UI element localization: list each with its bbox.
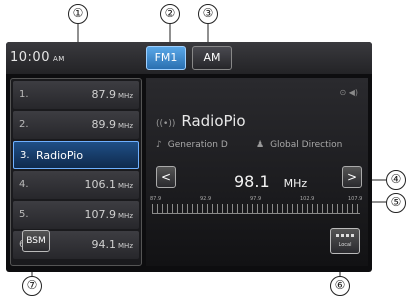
callout-7: ⑦ — [22, 276, 42, 296]
bsm-button[interactable]: BSM — [22, 230, 50, 252]
broadcast-icon: ((•)) — [156, 119, 176, 129]
clock: 10:00 AM — [10, 50, 65, 65]
frequency-unit: MHz — [283, 177, 308, 190]
preset-frequency: 106.1 — [84, 178, 117, 191]
frequency-value: 98.1 — [234, 172, 270, 191]
top-bar: 10:00 AM FM1 AM — [6, 42, 372, 74]
band-am-button[interactable]: AM — [192, 46, 232, 70]
local-label: Local — [338, 242, 352, 248]
clock-time: 10:00 — [10, 50, 50, 65]
preset-item-5[interactable]: 5. 107.9 MHz — [13, 201, 139, 229]
local-level-icon — [336, 234, 354, 237]
genre-text: ♪ Generation D — [156, 140, 228, 150]
preset-number: 1. — [19, 89, 29, 100]
preset-station-name: RadioPio — [36, 149, 84, 162]
person-icon: ♟ — [256, 140, 265, 150]
preset-unit: MHz — [118, 182, 133, 190]
callout-2: ② — [160, 4, 180, 24]
preset-item-3[interactable]: 3. RadioPio — [13, 141, 139, 169]
clock-ampm: AM — [52, 55, 65, 63]
tune-up-button[interactable]: > — [342, 166, 362, 188]
scale-label: 92.9 — [200, 196, 212, 202]
preset-unit: MHz — [118, 122, 133, 130]
artist-text: ♟ Global Direction — [256, 140, 343, 150]
preset-item-4[interactable]: 4. 106.1 MHz — [13, 171, 139, 199]
preset-unit: MHz — [118, 212, 133, 220]
signal-status-icons: ⊙ ◀) — [339, 88, 358, 97]
preset-item-2[interactable]: 2. 89.9 MHz — [13, 111, 139, 139]
preset-frequency: 107.9 — [84, 208, 117, 221]
callout-3: ③ — [198, 4, 218, 24]
preset-number: 5. — [19, 209, 29, 220]
local-button[interactable]: Local — [330, 228, 360, 254]
scale-ticks — [152, 204, 360, 214]
music-note-icon: ♪ — [156, 140, 162, 150]
callout-4: ④ — [386, 170, 406, 190]
band-fm1-button[interactable]: FM1 — [146, 46, 186, 70]
preset-number: 4. — [19, 179, 29, 190]
station-name: ((•)) RadioPio — [156, 112, 246, 130]
preset-unit: MHz — [118, 92, 133, 100]
callout-5: ⑤ — [386, 193, 406, 213]
preset-frequency: 89.9 — [91, 118, 117, 131]
tune-down-button[interactable]: < — [156, 166, 176, 188]
radio-screen: 10:00 AM FM1 AM 1. 87.9 MHz 2. 89.9 MHz 3. … — [6, 42, 372, 272]
scale-label: 97.9 — [250, 196, 262, 202]
callout-6: ⑥ — [330, 276, 350, 296]
preset-item-1[interactable]: 1. 87.9 MHz — [13, 81, 139, 109]
frequency-scale[interactable]: 87.9 92.9 97.9 102.9 107.9 — [150, 196, 362, 220]
scale-label: 107.9 — [348, 196, 363, 202]
callout-1: ① — [68, 4, 88, 24]
preset-number: 2. — [19, 119, 29, 130]
scale-label: 102.9 — [300, 196, 315, 202]
preset-number: 3. — [20, 150, 30, 161]
preset-unit: MHz — [118, 242, 133, 250]
preset-frequency: 87.9 — [91, 88, 117, 101]
preset-frequency: 94.1 — [91, 238, 117, 251]
current-frequency: 98.1 MHz — [234, 172, 307, 191]
scale-label: 87.9 — [150, 196, 162, 202]
